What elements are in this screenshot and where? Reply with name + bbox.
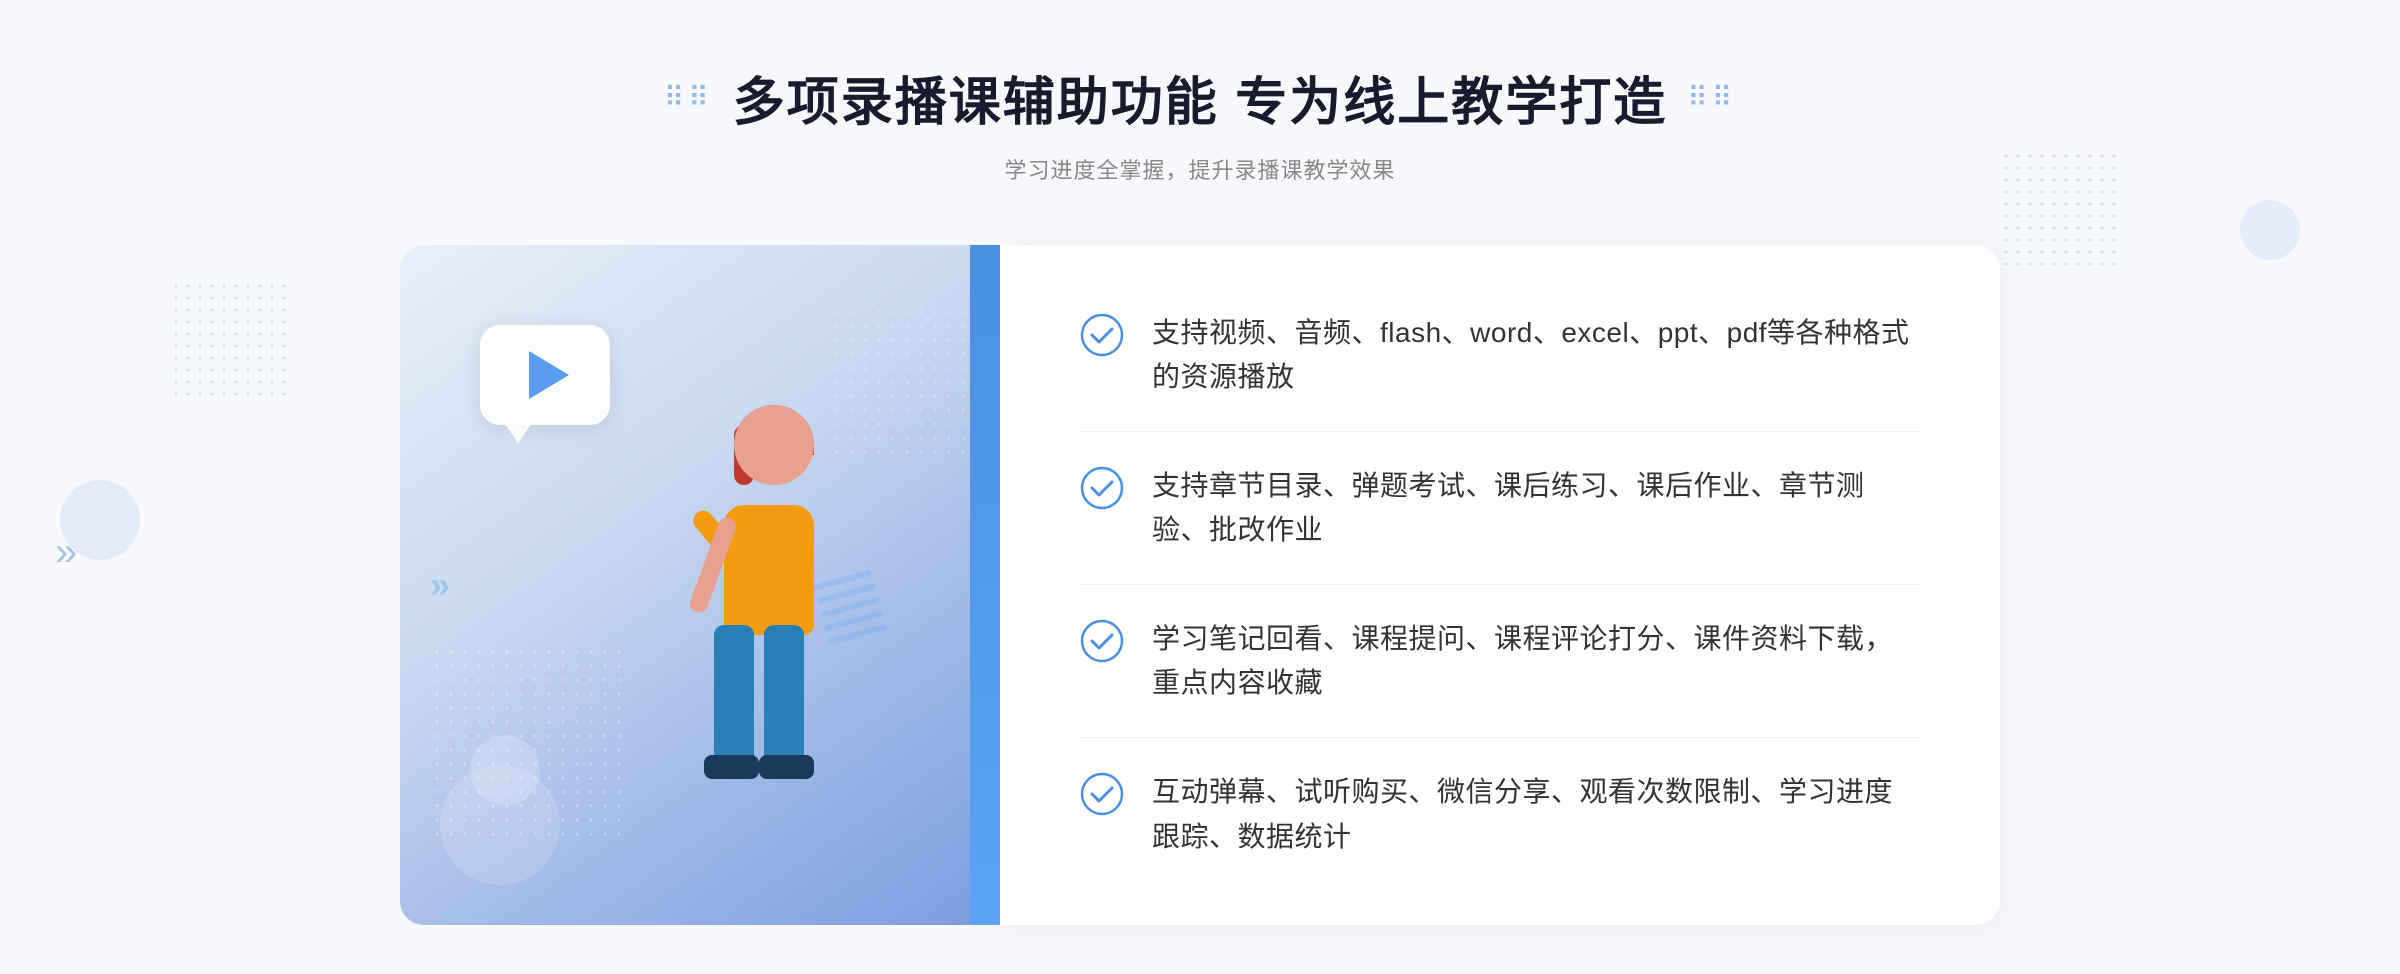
person-shoe-left xyxy=(704,755,759,779)
decorative-dots-right: ⠿⠿ xyxy=(1687,81,1736,114)
subtitle: 学习进度全掌握，提升录播课教学效果 xyxy=(664,153,1736,185)
feature-divider-3 xyxy=(1080,737,1920,738)
person-head xyxy=(734,405,814,485)
bg-circle-right xyxy=(2240,200,2300,260)
play-bubble xyxy=(480,325,610,425)
check-icon-4 xyxy=(1080,772,1124,816)
person-leg-left xyxy=(714,625,754,765)
feature-text-4: 互动弹幕、试听购买、微信分享、观看次数限制、学习进度跟踪、数据统计 xyxy=(1152,770,1920,860)
main-title: 多项录播课辅助功能 专为线上教学打造 xyxy=(733,60,1667,135)
check-icon-3 xyxy=(1080,619,1124,663)
feature-item-4: 互动弹幕、试听购买、微信分享、观看次数限制、学习进度跟踪、数据统计 xyxy=(1080,770,1920,860)
feature-text-1: 支持视频、音频、flash、word、excel、ppt、pdf等各种格式的资源… xyxy=(1152,311,1920,401)
header-section: ⠿⠿ 多项录播课辅助功能 专为线上教学打造 ⠿⠿ 学习进度全掌握，提升录播课教学… xyxy=(664,60,1736,185)
feature-text-3: 学习笔记回看、课程提问、课程评论打分、课件资料下载，重点内容收藏 xyxy=(1152,617,1920,707)
features-panel: 支持视频、音频、flash、word、excel、ppt、pdf等各种格式的资源… xyxy=(1000,245,2000,925)
person-leg-right xyxy=(764,625,804,765)
vertical-bar xyxy=(970,245,1000,925)
check-icon-1 xyxy=(1080,313,1124,357)
feature-text-2: 支持章节目录、弹题考试、课后练习、课后作业、章节测验、批改作业 xyxy=(1152,464,1920,554)
person-body xyxy=(724,505,814,635)
feature-divider-1 xyxy=(1080,431,1920,432)
check-icon-2 xyxy=(1080,466,1124,510)
page-container: » ⠿⠿ 多项录播课辅助功能 专为线上教学打造 ⠿⠿ 学习进度全掌握，提升录播课… xyxy=(0,0,2400,974)
bg-dots-right xyxy=(2000,150,2120,270)
feature-item-2: 支持章节目录、弹题考试、课后练习、课后作业、章节测验、批改作业 xyxy=(1080,464,1920,554)
illustration-container: » xyxy=(400,245,1000,925)
illus-chevrons-left: » xyxy=(430,564,450,606)
play-triangle-icon xyxy=(529,351,569,399)
feature-item-1: 支持视频、音频、flash、word、excel、ppt、pdf等各种格式的资源… xyxy=(1080,311,1920,401)
decorative-dots-left: ⠿⠿ xyxy=(664,81,713,114)
person-shoe-right xyxy=(759,755,814,779)
person-figure xyxy=(604,405,924,925)
illus-circle-small xyxy=(470,735,540,805)
content-section: » 支持视频、音频、flash、word、excel、ppt、pdf等各种格式的… xyxy=(400,245,2000,925)
feature-divider-2 xyxy=(1080,584,1920,585)
outer-chevron-left: » xyxy=(55,530,77,575)
header-title-row: ⠿⠿ 多项录播课辅助功能 专为线上教学打造 ⠿⠿ xyxy=(664,60,1736,135)
bg-dots-left xyxy=(170,280,290,400)
feature-item-3: 学习笔记回看、课程提问、课程评论打分、课件资料下载，重点内容收藏 xyxy=(1080,617,1920,707)
